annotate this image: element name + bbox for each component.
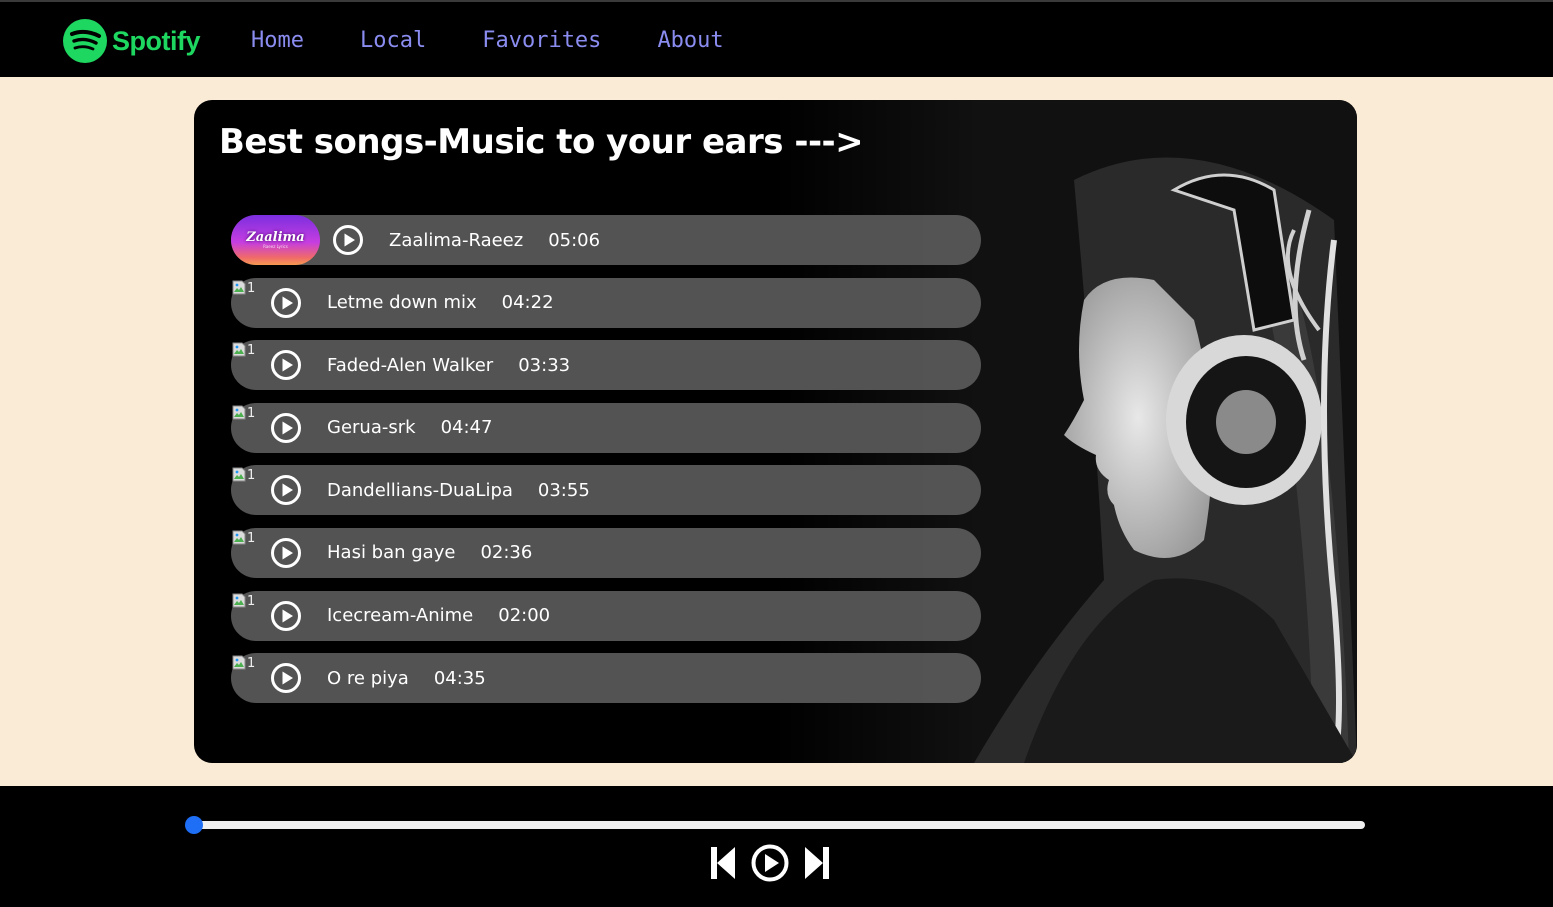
song-duration: 02:36 xyxy=(480,542,533,564)
page-title: Best songs-Music to your ears ---> xyxy=(219,122,864,162)
broken-image-icon: 1 xyxy=(232,655,262,685)
song-name: Dandellians-DuaLipa xyxy=(327,479,513,501)
song-duration: 05:06 xyxy=(548,229,601,251)
image-alt-text: 1 xyxy=(247,343,256,359)
broken-image-icon: 1 xyxy=(232,280,262,310)
song-item[interactable]: 1 O re piya 04:35 xyxy=(231,653,981,704)
previous-icon[interactable] xyxy=(708,845,738,881)
song-item[interactable]: 1 Icecream-Anime 02:00 xyxy=(231,590,981,641)
broken-image-icon: 1 xyxy=(232,530,262,560)
image-alt-text: 1 xyxy=(247,530,256,546)
play-icon[interactable] xyxy=(270,287,302,319)
broken-image-icon: 1 xyxy=(232,467,262,497)
nav-about[interactable]: About xyxy=(657,28,723,53)
play-icon[interactable] xyxy=(270,600,302,632)
player-controls xyxy=(708,843,832,883)
image-alt-text: 1 xyxy=(247,405,256,421)
cover-title: Zaalima xyxy=(246,229,305,245)
image-alt-text: 1 xyxy=(247,593,256,609)
nav-home[interactable]: Home xyxy=(251,28,304,53)
song-item[interactable]: 1 Letme down mix 04:22 xyxy=(231,277,981,328)
song-cover-image: Zaalima Raeez Lyrics xyxy=(231,215,320,265)
play-icon[interactable] xyxy=(270,349,302,381)
song-name: O re piya xyxy=(327,667,409,689)
song-item[interactable]: 1 Gerua-srk 04:47 xyxy=(231,402,981,453)
song-name: Icecream-Anime xyxy=(327,605,474,627)
spotify-logo[interactable]: Spotify xyxy=(63,19,201,63)
next-icon[interactable] xyxy=(802,845,832,881)
song-item[interactable]: 1 Hasi ban gaye 02:36 xyxy=(231,527,981,578)
song-duration: 04:47 xyxy=(440,417,493,439)
play-icon[interactable] xyxy=(270,537,302,569)
song-duration: 02:00 xyxy=(498,605,551,627)
songs-container: Best songs-Music to your ears ---> Zaali… xyxy=(194,100,1357,763)
broken-image-icon: 1 xyxy=(232,593,262,623)
song-name: Gerua-srk xyxy=(327,417,416,439)
song-item[interactable]: Zaalima Raeez Lyrics Zaalima-Raeez 05:06 xyxy=(231,215,981,265)
cover-subtitle: Raeez Lyrics xyxy=(263,243,288,249)
song-item[interactable]: 1 Dandellians-DuaLipa 03:55 xyxy=(231,465,981,516)
broken-image-icon: 1 xyxy=(232,405,262,435)
nav-local[interactable]: Local xyxy=(360,28,426,53)
nav-favorites[interactable]: Favorites xyxy=(482,28,601,53)
player-bar xyxy=(0,786,1553,907)
song-name: Zaalima-Raeez xyxy=(389,229,524,251)
image-alt-text: 1 xyxy=(247,468,256,484)
top-navbar: Spotify Home Local Favorites About xyxy=(0,0,1553,77)
play-icon[interactable] xyxy=(750,843,790,883)
song-name: Faded-Alen Walker xyxy=(327,354,494,376)
spotify-logo-icon xyxy=(63,19,107,63)
image-alt-text: 1 xyxy=(247,280,256,296)
song-list: Zaalima Raeez Lyrics Zaalima-Raeez 05:06… xyxy=(231,215,981,716)
song-duration: 03:55 xyxy=(537,479,590,501)
play-icon[interactable] xyxy=(270,662,302,694)
play-icon[interactable] xyxy=(270,412,302,444)
song-duration: 04:22 xyxy=(501,292,554,314)
song-duration: 04:35 xyxy=(433,667,486,689)
broken-image-icon: 1 xyxy=(232,342,262,372)
play-icon[interactable] xyxy=(332,224,364,256)
image-alt-text: 1 xyxy=(247,656,256,672)
song-duration: 03:33 xyxy=(518,354,571,376)
brand-name: Spotify xyxy=(112,25,201,56)
progress-slider[interactable] xyxy=(185,816,1365,834)
main-nav: Home Local Favorites About xyxy=(251,28,780,53)
progress-thumb[interactable] xyxy=(185,816,203,834)
song-name: Letme down mix xyxy=(327,292,477,314)
play-icon[interactable] xyxy=(270,474,302,506)
song-item[interactable]: 1 Faded-Alen Walker 03:33 xyxy=(231,340,981,391)
song-name: Hasi ban gaye xyxy=(327,542,456,564)
